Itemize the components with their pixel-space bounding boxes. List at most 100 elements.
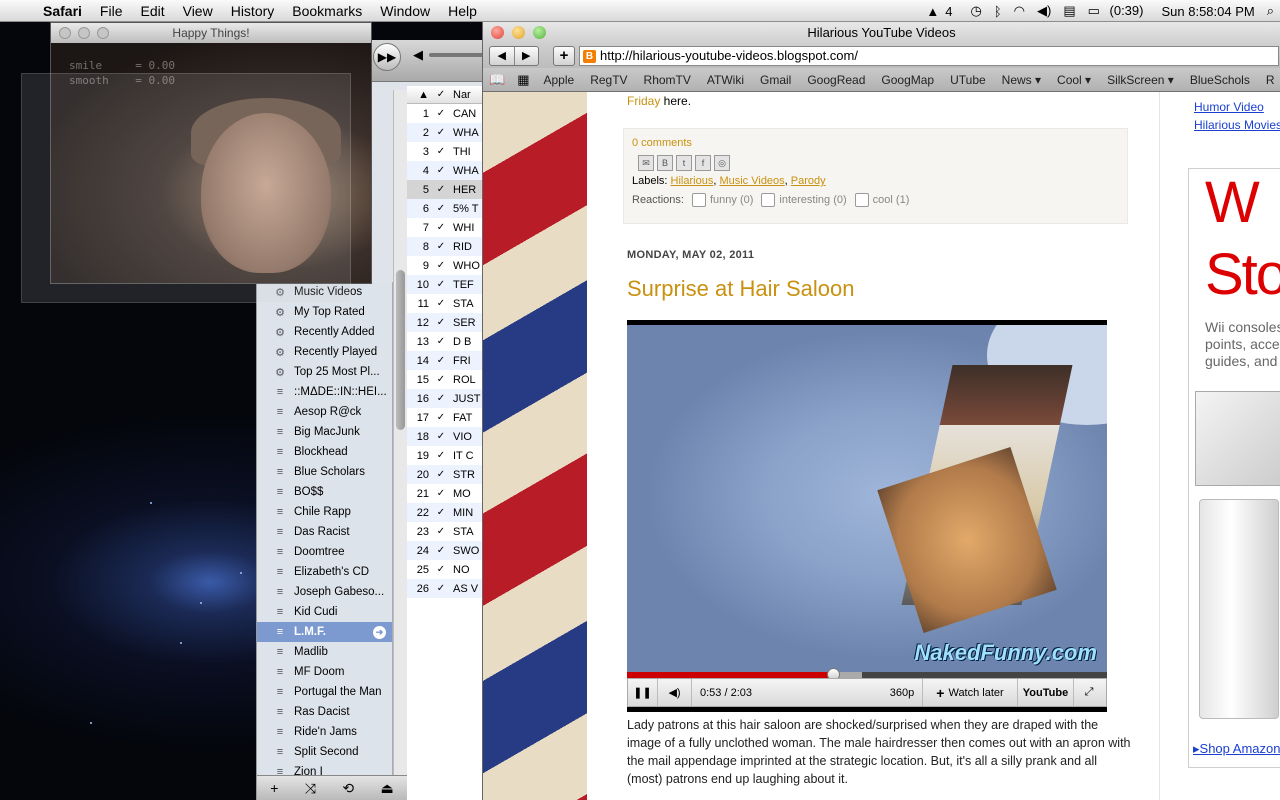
sidebar-playlist-item[interactable]: ≡::MΔDE::IN::HEI...: [257, 382, 392, 402]
sidebar-playlist-item[interactable]: ≡ Madlib: [257, 642, 392, 662]
comments-link[interactable]: 0 comments: [632, 137, 1119, 149]
bookmark-folder[interactable]: News ▾: [994, 73, 1049, 87]
check-column-header[interactable]: ✓: [429, 89, 453, 100]
label-link[interactable]: Parody: [791, 175, 826, 187]
sidebar-playlist-item[interactable]: ≡ Portugal the Man: [257, 682, 392, 702]
track-checkbox[interactable]: ✓: [429, 222, 453, 233]
sidebar-playlist-item[interactable]: ⚙ Recently Added: [257, 322, 392, 342]
volume-icon[interactable]: ◀): [1031, 3, 1057, 19]
label-link[interactable]: Music Videos: [719, 175, 784, 187]
track-checkbox[interactable]: ✓: [429, 374, 453, 385]
top-sites-icon[interactable]: ▦: [511, 72, 535, 88]
shop-amazon-link[interactable]: ▸Shop Amazon.: [1193, 741, 1280, 757]
bookmark-item[interactable]: RhomTV: [636, 73, 699, 87]
repeat-button[interactable]: ⟲: [342, 780, 354, 797]
bookmark-item[interactable]: Gmail: [752, 73, 799, 87]
sidebar-playlist-item[interactable]: ≡ Doomtree: [257, 542, 392, 562]
watch-later-button[interactable]: + Watch later: [922, 679, 1018, 706]
track-checkbox[interactable]: ✓: [429, 355, 453, 366]
sidebar-playlist-item[interactable]: ≡ Chile Rapp: [257, 502, 392, 522]
add-playlist-button[interactable]: +: [270, 780, 278, 796]
sort-arrow-icon[interactable]: ▲: [407, 89, 429, 101]
post-title[interactable]: Surprise at Hair Saloon: [627, 276, 854, 302]
add-bookmark-button[interactable]: +: [553, 46, 575, 66]
sidebar-playlist-item[interactable]: ≡ Blockhead: [257, 442, 392, 462]
track-checkbox[interactable]: ✓: [429, 393, 453, 404]
sidebar-playlist-item[interactable]: ≡ Big MacJunk: [257, 422, 392, 442]
facebook-icon[interactable]: f: [695, 155, 711, 171]
sidebar-playlist-item[interactable]: ≡ L.M.F. ➜: [257, 622, 392, 642]
track-checkbox[interactable]: ✓: [429, 298, 453, 309]
mute-icon[interactable]: ◀): [658, 679, 692, 706]
sidebar-scrollbar[interactable]: [393, 90, 407, 796]
friday-link[interactable]: Friday: [627, 94, 660, 108]
track-checkbox[interactable]: ✓: [429, 203, 453, 214]
sidebar-playlist-item[interactable]: ≡ MF Doom: [257, 662, 392, 682]
sidebar-playlist-item[interactable]: ≡ BO$$: [257, 482, 392, 502]
sidebar-playlist-item[interactable]: ≡ Ride'n Jams: [257, 722, 392, 742]
sidebar-playlist-item[interactable]: ≡ Elizabeth's CD: [257, 562, 392, 582]
sidebar-link[interactable]: Humor Video: [1194, 100, 1264, 114]
track-checkbox[interactable]: ✓: [429, 431, 453, 442]
sidebar-playlist-item[interactable]: ≡ Blue Scholars: [257, 462, 392, 482]
shuffle-button[interactable]: ⤨: [305, 780, 316, 797]
track-checkbox[interactable]: ✓: [429, 108, 453, 119]
sidebar-playlist-item[interactable]: ≡ Das Racist: [257, 522, 392, 542]
menu-history[interactable]: History: [222, 3, 284, 19]
menu-file[interactable]: File: [91, 3, 132, 19]
address-bar[interactable]: B http://hilarious-youtube-videos.blogsp…: [579, 46, 1279, 66]
menu-window[interactable]: Window: [371, 3, 439, 19]
label-link[interactable]: Hilarious: [671, 175, 714, 187]
track-checkbox[interactable]: ✓: [429, 260, 453, 271]
bookmark-item[interactable]: GoogRead: [799, 73, 873, 87]
track-checkbox[interactable]: ✓: [429, 450, 453, 461]
track-checkbox[interactable]: ✓: [429, 526, 453, 537]
bookmark-item[interactable]: R: [1258, 73, 1280, 87]
fast-forward-button[interactable]: ▶▶: [373, 43, 401, 71]
reaction-funny[interactable]: funny (0): [691, 193, 753, 207]
artwork-button[interactable]: ⏏: [381, 780, 394, 797]
track-checkbox[interactable]: ✓: [429, 412, 453, 423]
video-frame[interactable]: NakedFunny.com: [627, 325, 1107, 672]
flag-icon[interactable]: ▤: [1057, 3, 1081, 19]
sidebar-playlist-item[interactable]: ⚙ Top 25 Most Pl...: [257, 362, 392, 382]
sidebar-playlist-item[interactable]: ≡ Aesop R@ck: [257, 402, 392, 422]
zoom-button[interactable]: [97, 27, 109, 39]
track-checkbox[interactable]: ✓: [429, 184, 453, 195]
bluetooth-icon[interactable]: ᛒ: [988, 4, 1008, 19]
time-machine-icon[interactable]: ◷: [964, 3, 987, 19]
forward-button[interactable]: ▶: [515, 47, 539, 65]
sidebar-playlist-item[interactable]: ≡ Joseph Gabeso...: [257, 582, 392, 602]
track-checkbox[interactable]: ✓: [429, 488, 453, 499]
track-checkbox[interactable]: ✓: [429, 146, 453, 157]
go-arrow-icon[interactable]: ➜: [373, 625, 386, 639]
bookmark-item[interactable]: GoogMap: [873, 73, 942, 87]
wifi-icon[interactable]: ◠: [1008, 3, 1031, 19]
track-checkbox[interactable]: ✓: [429, 279, 453, 290]
youtube-player[interactable]: NakedFunny.com ❚❚ ◀) 0:53 / 2:03 360p + W…: [627, 320, 1107, 712]
menu-view[interactable]: View: [174, 3, 222, 19]
close-button[interactable]: [59, 27, 71, 39]
fullscreen-icon[interactable]: ⤢: [1074, 679, 1104, 706]
track-checkbox[interactable]: ✓: [429, 127, 453, 138]
bookmark-item[interactable]: Apple: [535, 73, 582, 87]
sidebar-playlist-item[interactable]: ⚙ My Top Rated: [257, 302, 392, 322]
sidebar-playlist-item[interactable]: ≡ Ras Dacist: [257, 702, 392, 722]
bookmark-item[interactable]: RegTV: [582, 73, 635, 87]
menu-bookmarks[interactable]: Bookmarks: [283, 3, 371, 19]
sidebar-link[interactable]: Hilarious Movies: [1194, 118, 1280, 132]
track-checkbox[interactable]: ✓: [429, 165, 453, 176]
quality-selector[interactable]: 360p: [882, 687, 922, 699]
bookmark-item[interactable]: BlueSchols: [1182, 73, 1258, 87]
reaction-cool[interactable]: cool (1): [854, 193, 909, 207]
sidebar-playlist-item[interactable]: ≡ Kid Cudi: [257, 602, 392, 622]
pause-icon[interactable]: ❚❚: [628, 679, 658, 706]
track-checkbox[interactable]: ✓: [429, 507, 453, 518]
amazon-ad[interactable]: W Sto Wii consoles points, acce guides, an…: [1188, 168, 1280, 768]
track-checkbox[interactable]: ✓: [429, 583, 453, 594]
bookmark-folder[interactable]: SilkScreen ▾: [1099, 73, 1182, 87]
scrollbar-thumb[interactable]: [396, 270, 405, 430]
minimize-button[interactable]: [512, 26, 525, 39]
reaction-interesting[interactable]: interesting (0): [761, 193, 847, 207]
sidebar-playlist-item[interactable]: ≡ Split Second: [257, 742, 392, 762]
